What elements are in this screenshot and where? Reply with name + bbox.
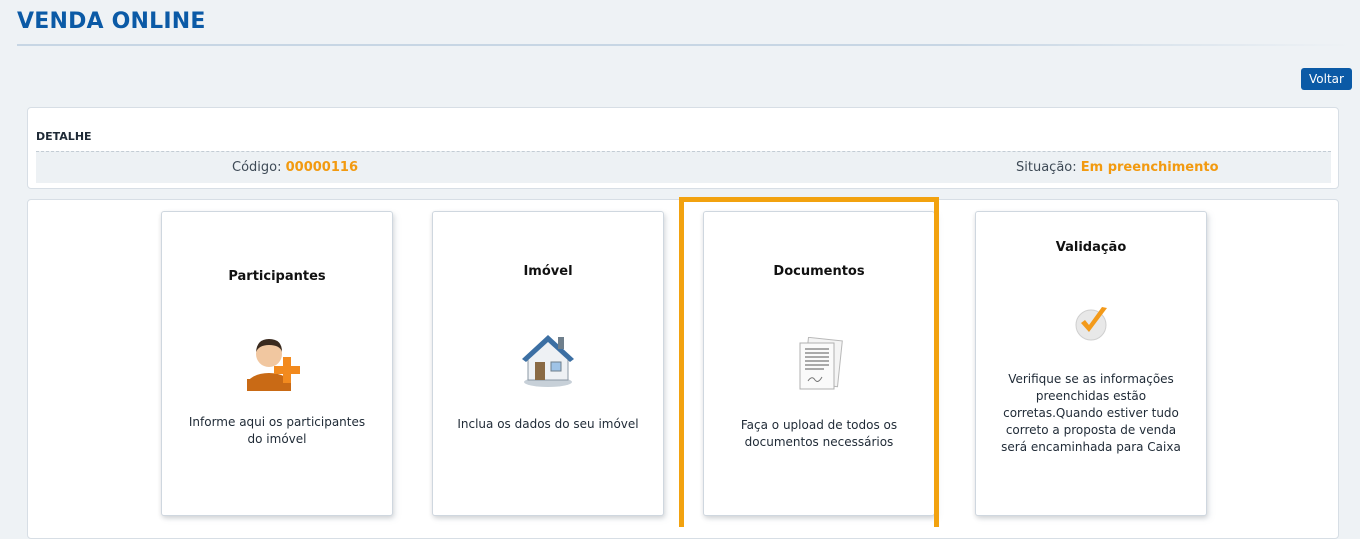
status-value: Em preenchimento (1080, 160, 1219, 175)
detail-code: Código: 00000116 (232, 160, 358, 175)
detail-info-bar: Código: 00000116 Situação: Em preenchime… (36, 151, 1331, 183)
person-add-icon (247, 335, 307, 397)
detail-panel: DETALHE Código: 00000116 Situação: Em pr… (27, 107, 1339, 189)
card-description: Verifique se as informações preenchidas … (1001, 372, 1181, 454)
back-button[interactable]: Voltar (1301, 68, 1352, 90)
card-documentos[interactable]: Documentos Faça o upload de todos os doc… (703, 211, 935, 516)
card-description: Inclua os dados do seu imóvel (457, 417, 639, 431)
house-icon (519, 330, 577, 392)
detail-heading: DETALHE (36, 130, 92, 143)
card-description: Faça o upload de todos os documentos nec… (740, 418, 898, 449)
page-title: VENDA ONLINE (17, 9, 206, 34)
code-value: 00000116 (285, 160, 358, 175)
card-title: Participantes (228, 269, 326, 284)
documents-icon (794, 336, 844, 397)
checkmark-icon (1071, 303, 1111, 347)
status-label: Situação: (1016, 160, 1077, 175)
card-description: Informe aqui os participantes do imóvel (188, 415, 366, 446)
code-label: Código: (232, 160, 282, 175)
card-title: Validação (1055, 240, 1127, 255)
card-participantes[interactable]: Participantes Informe aqui os participan… (161, 211, 393, 516)
card-title: Documentos (773, 264, 865, 279)
card-imovel[interactable]: Imóvel Inclua os dados do seu imóvel (432, 211, 664, 516)
detail-status: Situação: Em preenchimento (1016, 160, 1219, 175)
title-divider (17, 44, 1352, 46)
card-validacao[interactable]: Validação Verifique se as informações pr… (975, 211, 1207, 516)
card-title: Imóvel (523, 264, 573, 279)
